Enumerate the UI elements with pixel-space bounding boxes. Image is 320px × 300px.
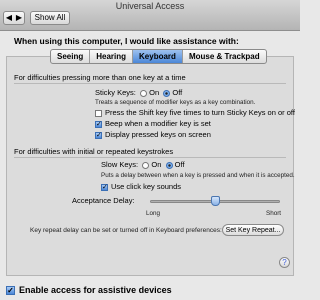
acceptance-delay-label: Acceptance Delay: <box>72 196 135 205</box>
display-keys-checkbox[interactable]: ✓ <box>95 131 102 139</box>
beep-modifier-label[interactable]: Beep when a modifier key is set <box>105 119 211 128</box>
shift-five-times-label[interactable]: Press the Shift key five times to turn S… <box>105 108 295 117</box>
sticky-keys-label: Sticky Keys: <box>95 88 136 97</box>
tab-keyboard[interactable]: Keyboard <box>133 50 183 63</box>
sticky-divider <box>14 83 286 84</box>
sticky-on-radio[interactable] <box>140 89 148 97</box>
tab-mouse-trackpad[interactable]: Mouse & Trackpad <box>183 50 266 63</box>
assistive-devices-row[interactable]: ✓ Enable access for assistive devices <box>6 285 172 296</box>
set-key-repeat-button[interactable]: Set Key Repeat... <box>222 224 284 236</box>
sticky-section-title: For difficulties pressing more than one … <box>14 73 186 82</box>
acceptance-delay-knob[interactable] <box>210 196 220 206</box>
slow-off-label[interactable]: Off <box>175 160 185 169</box>
shift-five-times-checkbox[interactable] <box>95 109 102 117</box>
key-repeat-text: Key repeat delay can be set or turned of… <box>30 227 222 234</box>
back-forward-control[interactable]: ◀ ▶ <box>3 11 25 25</box>
sticky-off-label[interactable]: Off <box>172 88 182 97</box>
sticky-keys-row: Sticky Keys: On Off <box>95 88 182 97</box>
click-sounds-checkbox[interactable]: ✓ <box>101 183 108 191</box>
sticky-option-beep[interactable]: ✓ Beep when a modifier key is set <box>95 119 211 128</box>
help-button[interactable]: ? <box>279 257 290 268</box>
forward-arrow-icon[interactable]: ▶ <box>14 12 24 24</box>
sticky-option-display[interactable]: ✓ Display pressed keys on screen <box>95 130 211 139</box>
assistive-devices-checkbox[interactable]: ✓ <box>6 286 15 296</box>
tab-bar: Seeing Hearing Keyboard Mouse & Trackpad <box>50 49 267 64</box>
slow-divider <box>14 157 286 158</box>
show-all-button[interactable]: Show All <box>30 11 70 25</box>
sticky-description: Treats a sequence of modifier keys as a … <box>95 99 256 106</box>
slow-on-label[interactable]: On <box>151 160 161 169</box>
back-arrow-icon[interactable]: ◀ <box>4 12 14 24</box>
slow-description: Puts a delay between when a key is press… <box>101 172 295 179</box>
display-keys-label[interactable]: Display pressed keys on screen <box>105 130 211 139</box>
sticky-on-label[interactable]: On <box>149 88 159 97</box>
slow-section-title: For difficulties with initial or repeate… <box>14 147 174 156</box>
sticky-off-radio[interactable] <box>163 89 171 97</box>
sticky-option-shift[interactable]: Press the Shift key five times to turn S… <box>95 108 295 117</box>
tab-seeing[interactable]: Seeing <box>51 50 91 63</box>
assistance-heading: When using this computer, I would like a… <box>14 36 239 46</box>
assistive-devices-label[interactable]: Enable access for assistive devices <box>19 285 172 295</box>
beep-modifier-checkbox[interactable]: ✓ <box>95 120 102 128</box>
click-sounds-label[interactable]: Use click key sounds <box>111 182 181 191</box>
slow-off-radio[interactable] <box>165 161 173 169</box>
click-sounds-row[interactable]: ✓ Use click key sounds <box>101 182 181 191</box>
slider-max-label: Short <box>266 210 282 217</box>
slider-min-label: Long <box>146 210 161 217</box>
window-title: Universal Access <box>115 1 185 11</box>
slow-keys-row: Slow Keys: On Off <box>101 160 185 169</box>
slow-keys-label: Slow Keys: <box>101 160 139 169</box>
tab-hearing[interactable]: Hearing <box>90 50 134 63</box>
slow-on-radio[interactable] <box>142 161 150 169</box>
